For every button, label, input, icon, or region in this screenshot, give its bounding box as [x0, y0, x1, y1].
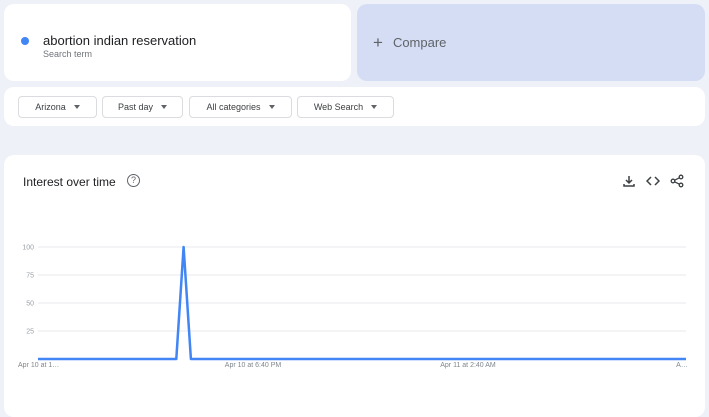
filter-bar: Arizona Past day All categories Web Sear… [4, 87, 705, 126]
compare-label: Compare [392, 35, 447, 50]
filter-label: Arizona [35, 102, 66, 112]
caret-down-icon [268, 105, 275, 109]
filter-label: Web Search [313, 102, 364, 112]
filter-label: Past day [117, 102, 154, 112]
y-tick-label: 100 [22, 245, 34, 252]
x-tick-label: A… [676, 362, 688, 369]
search-type-filter[interactable]: Web Search [297, 96, 394, 118]
interest-over-time-card: Interest over time ? 100 75 50 25 Apr 10 at… [4, 155, 705, 417]
plus-icon: + [373, 32, 383, 52]
x-tick-label: Apr 10 at 1… [18, 362, 59, 369]
search-term-name[interactable]: abortion indian reservation [43, 33, 196, 48]
x-tick-label: Apr 10 at 6:40 PM [225, 362, 282, 369]
series-color-dot [21, 37, 29, 45]
caret-down-icon [371, 105, 378, 109]
caret-down-icon [161, 105, 168, 109]
search-term-subtitle: Search term [43, 49, 93, 59]
time-range-filter[interactable]: Past day [102, 96, 183, 118]
y-tick-label: 50 [26, 301, 34, 308]
compare-button[interactable]: + Compare [357, 4, 705, 81]
y-tick-label: 75 [26, 273, 34, 280]
y-tick-label: 25 [26, 329, 34, 336]
location-filter[interactable]: Arizona [18, 96, 97, 118]
x-tick-label: Apr 11 at 2:40 AM [440, 362, 496, 369]
caret-down-icon [73, 105, 80, 109]
category-filter[interactable]: All categories [189, 96, 292, 118]
search-term-card[interactable]: abortion indian reservation Search term [4, 4, 351, 81]
line-chart: 100 75 50 25 Apr 10 at 1… Apr 10 at 6:40 PM A… [18, 245, 688, 370]
filter-label: All categories [206, 102, 261, 112]
